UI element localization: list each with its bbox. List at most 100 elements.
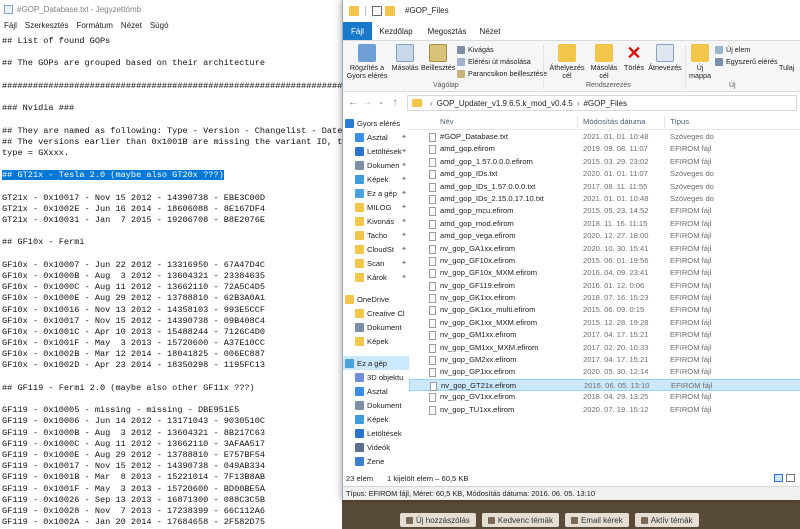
- column-name[interactable]: Név: [440, 117, 454, 126]
- menu-help[interactable]: Súgó: [150, 21, 169, 30]
- pin-quick-access-button[interactable]: Rögzítés a Gyors elérés: [345, 44, 389, 80]
- file-row[interactable]: #GOP_Database.txt 2021. 01. 01. 10:48 Szöv…: [409, 131, 800, 143]
- nav-item-3d-objektu[interactable]: 3D objektu: [343, 370, 409, 384]
- nav-item-creative-cl[interactable]: Creative Cl: [343, 306, 409, 320]
- file-row[interactable]: nv_gop_TU1xx.efirom 2020. 07. 19. 15:12 EF…: [409, 404, 800, 416]
- file-row[interactable]: nv_gop_GF10x.efirom 2015. 06. 01. 19:56 EF…: [409, 255, 800, 267]
- tab-view[interactable]: Nézet: [475, 22, 505, 40]
- notepad-text-area[interactable]: ## List of found GOPs ## The GOPs are gro…: [0, 36, 342, 529]
- nav-item-dokument[interactable]: Dokument: [343, 398, 409, 412]
- nav-item-képek[interactable]: Képek ✦: [343, 172, 409, 186]
- active-topics-button[interactable]: Aktív témák: [634, 513, 699, 527]
- favorite-topics-button[interactable]: Kedvenc témák: [481, 513, 559, 527]
- email-request-button[interactable]: Email kérek: [564, 513, 629, 527]
- nav-item-cloudst[interactable]: CloudSt ✦: [343, 242, 409, 256]
- paste-shortcut-button[interactable]: Parancsikon beillesztése: [457, 68, 547, 79]
- nav-item-letöltések[interactable]: Letöltések: [343, 426, 409, 440]
- file-row[interactable]: amd_gop_1.57.0.0.0.efirom 2015. 03. 29. 2…: [409, 156, 800, 168]
- nav-item-onedrive[interactable]: OneDrive: [343, 292, 409, 306]
- column-type[interactable]: Típus: [670, 117, 689, 126]
- pin-icon[interactable]: ✦: [401, 217, 407, 225]
- new-folder-button[interactable]: Új mappa: [687, 44, 713, 80]
- nav-item-videók[interactable]: Videók: [343, 440, 409, 454]
- rename-button[interactable]: Átnevezés: [647, 44, 683, 72]
- copy-path-button[interactable]: Elérési út másolása: [457, 56, 531, 67]
- file-row[interactable]: nv_gop_GK1xx_MXM.efirom 2015. 12. 28. 19:…: [409, 317, 800, 329]
- nav-item-asztal[interactable]: Asztal: [343, 384, 409, 398]
- new-post-button[interactable]: Új hozzászólás: [400, 513, 476, 527]
- copy-to-button[interactable]: Másolás cél: [587, 44, 621, 80]
- pin-icon[interactable]: ✦: [401, 147, 407, 155]
- column-separator[interactable]: [577, 116, 578, 128]
- details-view-icon[interactable]: [774, 474, 783, 482]
- breadcrumb-current[interactable]: #GOP_Files: [583, 99, 627, 108]
- file-row[interactable]: nv_gop_GM2xx.efirom 2017. 04. 17. 15:21 EF…: [409, 354, 800, 366]
- cut-button[interactable]: Kivágás: [457, 44, 494, 55]
- nav-item-kivonás[interactable]: Kivonás ✦: [343, 214, 409, 228]
- menu-file[interactable]: Fájl: [4, 21, 17, 30]
- pin-icon[interactable]: ✦: [401, 161, 407, 169]
- column-separator[interactable]: [664, 116, 665, 128]
- move-to-button[interactable]: Áthelyezés cél: [547, 44, 587, 80]
- back-arrow-icon[interactable]: ←: [347, 97, 359, 109]
- nav-item-dokument[interactable]: Dokument: [343, 320, 409, 334]
- file-row[interactable]: nv_gop_GF10x_MXM.efirom 2016. 04. 09. 23:…: [409, 267, 800, 279]
- pin-icon[interactable]: ✦: [401, 245, 407, 253]
- easy-access-button[interactable]: Egyszerű elérés: [715, 56, 778, 67]
- file-row[interactable]: amd_gop_mod.efirom 2018. 11. 16. 11:15 EFI…: [409, 218, 800, 230]
- nav-item-képek[interactable]: Képek: [343, 334, 409, 348]
- address-bar[interactable]: › GOP_Updater_v1.9.6.5.k_mod_v0.4.5 › #G…: [407, 95, 797, 111]
- nav-item-gyors-elérés[interactable]: Gyors elérés: [343, 116, 409, 130]
- nav-item-tacho[interactable]: Tacho ✦: [343, 228, 409, 242]
- tab-home[interactable]: Kezdőlap: [375, 22, 417, 40]
- nav-item-zene[interactable]: Zene: [343, 454, 409, 468]
- large-icons-view-icon[interactable]: [786, 474, 795, 482]
- file-row[interactable]: nv_gop_GA1xx.efirom 2020. 10. 30. 15:41 EF…: [409, 243, 800, 255]
- nav-item-asztal[interactable]: Asztal ✦: [343, 130, 409, 144]
- menu-format[interactable]: Formátum: [76, 21, 112, 30]
- nav-item-ez-a-gép[interactable]: Ez a gép ✦: [343, 186, 409, 200]
- file-row[interactable]: amd_gop_IDs_2.15.0.17.10.txt 2021. 01. 01…: [409, 193, 800, 205]
- pin-icon[interactable]: ✦: [401, 175, 407, 183]
- file-row[interactable]: nv_gop_GK1xx_multi.efirom 2015. 06. 09. 0…: [409, 304, 800, 316]
- file-row[interactable]: amd_gop_vega.efirom 2020. 12. 27. 18:00 EF…: [409, 230, 800, 242]
- file-row[interactable]: amd_gop_mcu.efirom 2015. 05. 23. 14:52 EFI…: [409, 205, 800, 217]
- pin-icon[interactable]: ✦: [401, 231, 407, 239]
- file-row[interactable]: nv_gop_GM1xx_MXM.efirom 2017. 02. 20. 10:…: [409, 342, 800, 354]
- tab-share[interactable]: Megosztás: [423, 22, 471, 40]
- menu-view[interactable]: Nézet: [121, 21, 142, 30]
- menu-edit[interactable]: Szerkesztés: [25, 21, 69, 30]
- nav-item-letöltések[interactable]: Letöltések ✦: [343, 144, 409, 158]
- breadcrumb-parent[interactable]: GOP_Updater_v1.9.6.5.k_mod_v0.4.5: [437, 99, 573, 108]
- up-arrow-icon[interactable]: ↑: [389, 97, 401, 109]
- nav-item-ez-a-gép[interactable]: Ez a gép: [343, 356, 409, 370]
- pin-icon[interactable]: ✦: [401, 203, 407, 211]
- nav-item-scan[interactable]: Scan ✦: [343, 256, 409, 270]
- tab-file[interactable]: Fájl: [343, 22, 372, 40]
- delete-button[interactable]: ✕ Törlés: [621, 44, 647, 72]
- file-row[interactable]: nv_gop_GF119.efirom 2016. 01. 12. 0:06 EFI…: [409, 280, 800, 292]
- file-row[interactable]: amd_gop_IDs_1.57.0.0.0.txt 2017. 08. 11. …: [409, 181, 800, 193]
- column-date[interactable]: Módosítás dátuma: [583, 117, 645, 126]
- nav-item-képek[interactable]: Képek: [343, 412, 409, 426]
- pin-icon[interactable]: ✦: [401, 133, 407, 141]
- file-row[interactable]: amd_gop_IDs.txt 2020. 01. 01. 11:07 Szöveg…: [409, 168, 800, 180]
- file-row[interactable]: nv_gop_GP1xx.efirom 2020. 05. 30. 12:14 EF…: [409, 366, 800, 378]
- copy-button[interactable]: Másolás: [391, 44, 419, 72]
- file-row[interactable]: nv_gop_GM1xx.efirom 2017. 04. 17. 15:21 EF…: [409, 329, 800, 341]
- pin-icon[interactable]: ✦: [401, 273, 407, 281]
- selected-file-row[interactable]: nv_gop_GT21x.efirom 2016. 06. 05. 13:10 EF…: [409, 378, 800, 392]
- new-folder-quick-icon[interactable]: [385, 6, 395, 16]
- file-row[interactable]: nv_gop_GV1xx.efirom 2018. 04. 29. 13:25 EF…: [409, 391, 800, 403]
- paste-button[interactable]: Beillesztés: [421, 44, 455, 72]
- properties-check-icon[interactable]: [372, 6, 382, 16]
- nav-item-károk[interactable]: Károk ✦: [343, 270, 409, 284]
- pin-icon[interactable]: ✦: [401, 189, 407, 197]
- forward-arrow-icon[interactable]: →: [361, 97, 373, 109]
- file-row[interactable]: amd_gop.efirom 2019. 09. 08. 11:07 EFIROM …: [409, 143, 800, 155]
- pin-icon[interactable]: ✦: [401, 259, 407, 267]
- properties-button[interactable]: Tulaj: [779, 44, 800, 72]
- nav-item-milog[interactable]: MILOG ✦: [343, 200, 409, 214]
- new-item-button[interactable]: Új elem: [715, 44, 750, 55]
- nav-item-dokumen[interactable]: Dokumen ✦: [343, 158, 409, 172]
